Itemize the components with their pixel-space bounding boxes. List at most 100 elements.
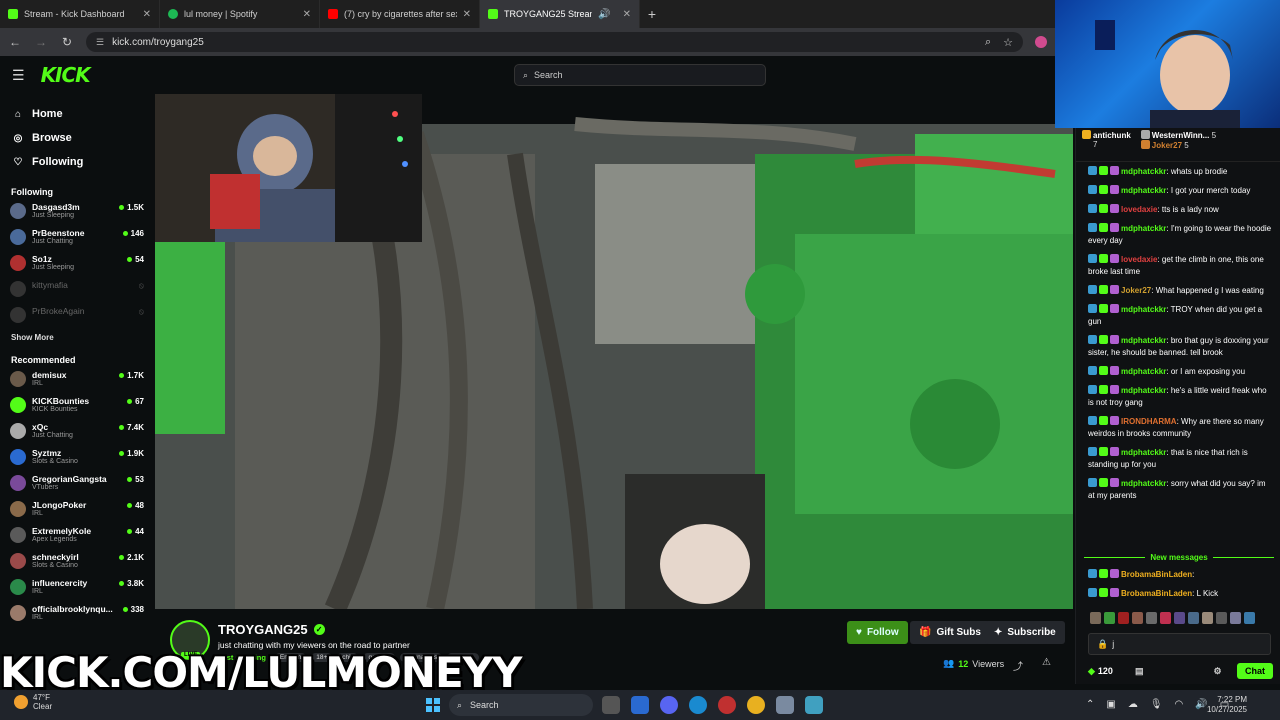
channel-item[interactable]: schneckyirl Slots & Casino 2.1K bbox=[0, 550, 152, 576]
chat-message[interactable]: mdphatckkr: I got your merch today bbox=[1088, 185, 1273, 197]
channel-item[interactable]: PrBrokeAgain ⦸ bbox=[0, 304, 152, 330]
gifter-entry[interactable]: antichunk 7 bbox=[1082, 130, 1131, 149]
channel-item[interactable]: kittymafia ⦸ bbox=[0, 278, 152, 304]
emote-icon[interactable] bbox=[1216, 612, 1227, 624]
menu-icon[interactable]: ☰ bbox=[12, 67, 25, 84]
chat-message[interactable]: mdphatckkr: that is nice that rich is st… bbox=[1088, 447, 1273, 471]
chat-send-button[interactable]: Chat bbox=[1237, 663, 1273, 679]
gifter-entry[interactable]: WesternWinn... 5 Joker27 5 bbox=[1140, 130, 1216, 150]
chat-username[interactable]: mdphatckkr bbox=[1121, 386, 1166, 395]
channel-item[interactable]: Syztmz Slots & Casino 1.9K bbox=[0, 446, 152, 472]
close-icon[interactable]: ✕ bbox=[143, 9, 151, 20]
channel-points[interactable]: ◆ 120 bbox=[1088, 666, 1113, 677]
chrome-icon[interactable] bbox=[747, 696, 765, 714]
microphone-icon[interactable]: 🎙 bbox=[1150, 699, 1163, 710]
follow-button[interactable]: ♥ Follow bbox=[847, 621, 908, 644]
speaker-icon[interactable]: 🔊 bbox=[598, 9, 610, 20]
taskbar-search[interactable]: ⌕ Search bbox=[449, 694, 593, 716]
emote-icon[interactable] bbox=[1188, 612, 1199, 624]
forward-icon[interactable]: → bbox=[34, 35, 48, 49]
edge-icon[interactable] bbox=[689, 696, 707, 714]
url-field[interactable]: ☰ kick.com/troygang25 ⌕ ☆ bbox=[86, 32, 1023, 52]
nav-following[interactable]: ♡ Following bbox=[0, 150, 152, 174]
emote-icon[interactable] bbox=[1132, 612, 1143, 624]
share-icon[interactable]: ⤴ bbox=[1013, 658, 1023, 673]
emote-icon[interactable] bbox=[1230, 612, 1241, 624]
browser-tab[interactable]: lul money | Spotify ✕ bbox=[160, 0, 320, 28]
chat-username[interactable]: mdphatckkr bbox=[1121, 448, 1166, 457]
chat-username[interactable]: mdphatckkr bbox=[1121, 479, 1166, 488]
chat-username[interactable]: lovedaxie bbox=[1121, 255, 1157, 264]
chat-message[interactable]: mdphatckkr: I'm going to wear the hoodie… bbox=[1088, 223, 1273, 247]
subscribe-button[interactable]: ✦ Subscribe bbox=[985, 621, 1065, 644]
nav-browse[interactable]: ◎ Browse bbox=[0, 126, 152, 150]
chat-message[interactable]: mdphatckkr: bro that guy is doxxing your… bbox=[1088, 335, 1273, 359]
chat-message[interactable]: IRONDHARMA: Why are there so many weirdo… bbox=[1088, 416, 1273, 440]
streamer-name[interactable]: TROYGANG25 bbox=[218, 622, 308, 637]
extension-icon[interactable] bbox=[1035, 36, 1047, 48]
emote-icon[interactable] bbox=[1090, 612, 1101, 624]
wifi-icon[interactable]: ◠ bbox=[1175, 699, 1184, 710]
chat-message[interactable]: mdphatckkr: whats up brodie bbox=[1088, 166, 1273, 178]
channel-item[interactable]: officialbrooklynqu... IRL 338 bbox=[0, 602, 152, 628]
channel-item[interactable]: KICKBounties KICK Bounties 67 bbox=[0, 394, 152, 420]
chat-message[interactable]: lovedaxie: get the climb in one, this on… bbox=[1088, 254, 1273, 278]
gift-subs-button[interactable]: 🎁 Gift Subs bbox=[910, 621, 990, 644]
video-player[interactable] bbox=[155, 94, 1073, 609]
channel-item[interactable]: xQc Just Chatting 7.4K bbox=[0, 420, 152, 446]
new-messages-divider[interactable]: New messages bbox=[1084, 553, 1274, 562]
chat-username[interactable]: IRONDHARMA bbox=[1121, 417, 1177, 426]
emote-icon[interactable] bbox=[1118, 612, 1129, 624]
discord-icon[interactable] bbox=[660, 696, 678, 714]
windows-start-icon[interactable] bbox=[426, 698, 440, 712]
close-icon[interactable]: ✕ bbox=[623, 9, 631, 20]
app-icon[interactable] bbox=[805, 696, 823, 714]
site-info-icon[interactable]: ☰ bbox=[96, 37, 104, 48]
chat-message[interactable]: BrobamaBinLaden: bbox=[1088, 569, 1276, 581]
chat-username[interactable]: mdphatckkr bbox=[1121, 305, 1166, 314]
chat-username[interactable]: mdphatckkr bbox=[1121, 367, 1166, 376]
search-input[interactable]: ⌕ Search bbox=[514, 64, 766, 86]
chat-username[interactable]: mdphatckkr bbox=[1121, 186, 1166, 195]
task-view-icon[interactable] bbox=[602, 696, 620, 714]
channel-item[interactable]: influencercity IRL 3.8K bbox=[0, 576, 152, 602]
chat-input[interactable]: 🔒 j bbox=[1088, 633, 1271, 655]
chat-username[interactable]: mdphatckkr bbox=[1121, 167, 1166, 176]
chat-message[interactable]: mdphatckkr: sorry what did you say? im a… bbox=[1088, 478, 1273, 502]
chat-message[interactable]: mdphatckkr: he's a little weird freak wh… bbox=[1088, 385, 1273, 409]
system-clock[interactable]: 7:22 PM 10/27/2025 bbox=[1205, 695, 1247, 715]
bookmark-star-icon[interactable]: ☆ bbox=[1003, 36, 1013, 49]
settings-app-icon[interactable] bbox=[776, 696, 794, 714]
network-icon[interactable]: ▣ bbox=[1106, 699, 1115, 710]
emote-icon[interactable] bbox=[1104, 612, 1115, 624]
kick-logo[interactable]: KICK bbox=[41, 63, 91, 87]
show-more-button[interactable]: Show More bbox=[0, 330, 152, 346]
channel-item[interactable]: JLongoPoker IRL 48 bbox=[0, 498, 152, 524]
browser-tab[interactable]: (7) cry by cigarettes after sex - ✕ bbox=[320, 0, 480, 28]
emote-icon[interactable] bbox=[1174, 612, 1185, 624]
report-icon[interactable]: ⚠ bbox=[1042, 657, 1051, 668]
chat-username[interactable]: mdphatckkr bbox=[1121, 336, 1166, 345]
chat-username[interactable]: BrobamaBinLaden bbox=[1121, 570, 1192, 579]
gift-box-icon[interactable]: ▤ bbox=[1135, 666, 1144, 677]
browser-tab[interactable]: Stream - Kick Dashboard ✕ bbox=[0, 0, 160, 28]
nav-home[interactable]: ⌂ Home bbox=[0, 102, 152, 126]
zoom-icon[interactable]: ⌕ bbox=[985, 36, 991, 49]
chat-username[interactable]: Joker27 bbox=[1121, 286, 1151, 295]
chat-message[interactable]: mdphatckkr: or I am exposing you bbox=[1088, 366, 1273, 378]
chat-username[interactable]: BrobamaBinLaden bbox=[1121, 589, 1192, 598]
chat-username[interactable]: mdphatckkr bbox=[1121, 224, 1166, 233]
channel-item[interactable]: demisux IRL 1.7K bbox=[0, 368, 152, 394]
cloud-icon[interactable]: ☁ bbox=[1128, 699, 1138, 710]
channel-item[interactable]: PrBeenstone Just Chatting 146 bbox=[0, 226, 152, 252]
settings-icon[interactable]: ⚙ bbox=[1213, 666, 1221, 677]
emote-icon[interactable] bbox=[1202, 612, 1213, 624]
emote-icon[interactable] bbox=[1244, 612, 1255, 624]
chat-message[interactable]: BrobamaBinLaden: L Kick bbox=[1088, 588, 1276, 600]
emote-icon[interactable] bbox=[1146, 612, 1157, 624]
store-icon[interactable] bbox=[631, 696, 649, 714]
close-icon[interactable]: ✕ bbox=[303, 9, 311, 20]
channel-item[interactable]: GregorianGangsta VTubers 53 bbox=[0, 472, 152, 498]
app-icon[interactable] bbox=[718, 696, 736, 714]
channel-item[interactable]: So1z Just Sleeping 54 bbox=[0, 252, 152, 278]
